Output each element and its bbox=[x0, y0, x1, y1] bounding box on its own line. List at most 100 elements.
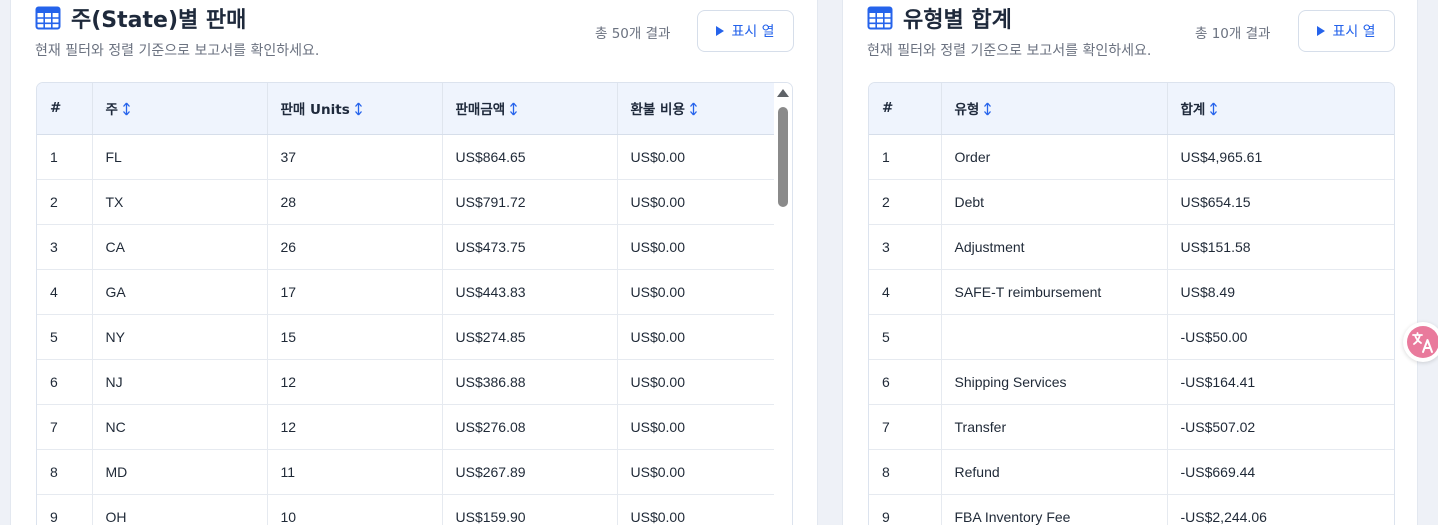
cell-index: 2 bbox=[37, 179, 93, 225]
cell-type: FBA Inventory Fee bbox=[941, 494, 1168, 525]
cell-units: 12 bbox=[267, 404, 443, 450]
play-triangle-icon bbox=[1317, 26, 1326, 36]
cell-type: Transfer bbox=[941, 404, 1168, 450]
play-triangle-icon bbox=[716, 26, 725, 36]
state-sales-columns-button[interactable]: 표시 열 bbox=[697, 10, 794, 52]
cell-sales-amount: US$159.90 bbox=[442, 494, 618, 525]
cell-units: 11 bbox=[267, 449, 443, 495]
cell-index: 3 bbox=[869, 224, 942, 270]
cell-refund-cost: US$0.00 bbox=[617, 134, 775, 180]
col-header-units[interactable]: 판매 Units bbox=[267, 83, 443, 135]
cell-index: 5 bbox=[37, 314, 93, 360]
cell-refund-cost: US$0.00 bbox=[617, 314, 775, 360]
cell-total: US$4,965.61 bbox=[1167, 134, 1394, 180]
columns-button-label: 표시 열 bbox=[731, 24, 775, 40]
cell-index: 9 bbox=[869, 494, 942, 525]
state-sales-title-text: 주(State)별 판매 bbox=[71, 8, 247, 33]
sort-updown-icon[interactable] bbox=[354, 102, 363, 116]
cell-sales-amount: US$864.65 bbox=[442, 134, 618, 180]
type-totals-title-text: 유형별 합계 bbox=[903, 8, 1012, 33]
table-header-row: # 유형 합계 bbox=[869, 83, 1394, 135]
table-row: 2 TX 28 US$791.72 US$0.00 bbox=[37, 179, 775, 225]
table-scrollbar[interactable] bbox=[774, 83, 792, 525]
translate-icon bbox=[1407, 326, 1438, 358]
cell-sales-amount: US$386.88 bbox=[442, 359, 618, 405]
table-row: 1 Order US$4,965.61 bbox=[869, 134, 1394, 180]
cell-sales-amount: US$443.83 bbox=[442, 269, 618, 315]
cell-index: 7 bbox=[37, 404, 93, 450]
cell-index: 9 bbox=[37, 494, 93, 525]
cell-sales-amount: US$274.85 bbox=[442, 314, 618, 360]
state-sales-table-container[interactable]: # 주 판매 Units 판매금액 환불 비용 1 FL 37 US$864.65 US… bbox=[36, 82, 793, 525]
cell-index: 8 bbox=[869, 449, 942, 495]
cell-index: 1 bbox=[37, 134, 93, 180]
cell-index: 4 bbox=[869, 269, 942, 315]
table-grid-icon bbox=[35, 6, 61, 30]
cell-units: 37 bbox=[267, 134, 443, 180]
state-sales-title: 주(State)별 판매 bbox=[35, 2, 246, 34]
cell-type: Shipping Services bbox=[941, 359, 1168, 405]
cell-index: 5 bbox=[869, 314, 942, 360]
table-row: 2 Debt US$654.15 bbox=[869, 179, 1394, 225]
cell-units: 15 bbox=[267, 314, 443, 360]
table-row: 9 FBA Inventory Fee -US$2,244.06 bbox=[869, 494, 1394, 525]
scroll-up-arrow-icon[interactable] bbox=[777, 89, 789, 97]
cell-refund-cost: US$0.00 bbox=[617, 404, 775, 450]
cell-units: 28 bbox=[267, 179, 443, 225]
table-row: 8 MD 11 US$267.89 US$0.00 bbox=[37, 449, 775, 495]
cell-state: GA bbox=[92, 269, 268, 315]
cell-refund-cost: US$0.00 bbox=[617, 224, 775, 270]
cell-total: -US$507.02 bbox=[1167, 404, 1394, 450]
sort-updown-icon[interactable] bbox=[509, 102, 518, 116]
translate-button[interactable] bbox=[1403, 322, 1438, 362]
col-header-refund-cost[interactable]: 환불 비용 bbox=[617, 83, 775, 135]
scrollbar-thumb[interactable] bbox=[778, 107, 788, 207]
cell-total: -US$50.00 bbox=[1167, 314, 1394, 360]
type-totals-columns-button[interactable]: 표시 열 bbox=[1298, 10, 1395, 52]
state-sales-total: 총 50개 결과 bbox=[595, 26, 671, 42]
cell-type: Debt bbox=[941, 179, 1168, 225]
cell-index: 3 bbox=[37, 224, 93, 270]
table-row: 9 OH 10 US$159.90 US$0.00 bbox=[37, 494, 775, 525]
cell-state: NJ bbox=[92, 359, 268, 405]
columns-button-label: 표시 열 bbox=[1332, 24, 1376, 40]
cell-index: 8 bbox=[37, 449, 93, 495]
table-row: 7 NC 12 US$276.08 US$0.00 bbox=[37, 404, 775, 450]
col-header-sales-amount[interactable]: 판매금액 bbox=[442, 83, 618, 135]
col-header-state[interactable]: 주 bbox=[92, 83, 268, 135]
cell-units: 17 bbox=[267, 269, 443, 315]
sort-updown-icon[interactable] bbox=[1209, 102, 1218, 116]
table-header-row: # 주 판매 Units 판매금액 환불 비용 bbox=[37, 83, 775, 135]
cell-state: NC bbox=[92, 404, 268, 450]
table-row: 5 NY 15 US$274.85 US$0.00 bbox=[37, 314, 775, 360]
sort-updown-icon[interactable] bbox=[689, 102, 698, 116]
sort-updown-icon[interactable] bbox=[122, 102, 131, 116]
cell-state: TX bbox=[92, 179, 268, 225]
cell-total: US$151.58 bbox=[1167, 224, 1394, 270]
cell-units: 10 bbox=[267, 494, 443, 525]
type-totals-panel: 유형별 합계 현재 필터와 정렬 기준으로 보고서를 확인하세요. 총 10개 … bbox=[842, 0, 1418, 525]
col-header-total[interactable]: 합계 bbox=[1167, 83, 1394, 135]
type-totals-subtitle: 현재 필터와 정렬 기준으로 보고서를 확인하세요. bbox=[867, 43, 1152, 59]
sort-updown-icon[interactable] bbox=[983, 102, 992, 116]
table-row: 5 -US$50.00 bbox=[869, 314, 1394, 360]
table-row: 1 FL 37 US$864.65 US$0.00 bbox=[37, 134, 775, 180]
table-row: 3 CA 26 US$473.75 US$0.00 bbox=[37, 224, 775, 270]
state-sales-panel: 주(State)별 판매 현재 필터와 정렬 기준으로 보고서를 확인하세요. … bbox=[10, 0, 818, 525]
cell-units: 12 bbox=[267, 359, 443, 405]
cell-state: NY bbox=[92, 314, 268, 360]
cell-refund-cost: US$0.00 bbox=[617, 179, 775, 225]
col-header-type[interactable]: 유형 bbox=[941, 83, 1168, 135]
cell-type: Adjustment bbox=[941, 224, 1168, 270]
cell-type bbox=[941, 314, 1168, 360]
table-row: 6 Shipping Services -US$164.41 bbox=[869, 359, 1394, 405]
table-row: 3 Adjustment US$151.58 bbox=[869, 224, 1394, 270]
cell-refund-cost: US$0.00 bbox=[617, 359, 775, 405]
state-sales-subtitle: 현재 필터와 정렬 기준으로 보고서를 확인하세요. bbox=[35, 43, 320, 59]
type-totals-table: # 유형 합계 1 Order US$4,965.61 2 Debt US$654.15… bbox=[869, 83, 1394, 525]
cell-index: 6 bbox=[869, 359, 942, 405]
cell-sales-amount: US$473.75 bbox=[442, 224, 618, 270]
cell-index: 7 bbox=[869, 404, 942, 450]
cell-index: 1 bbox=[869, 134, 942, 180]
type-totals-table-container[interactable]: # 유형 합계 1 Order US$4,965.61 2 Debt US$654.15… bbox=[868, 82, 1395, 525]
